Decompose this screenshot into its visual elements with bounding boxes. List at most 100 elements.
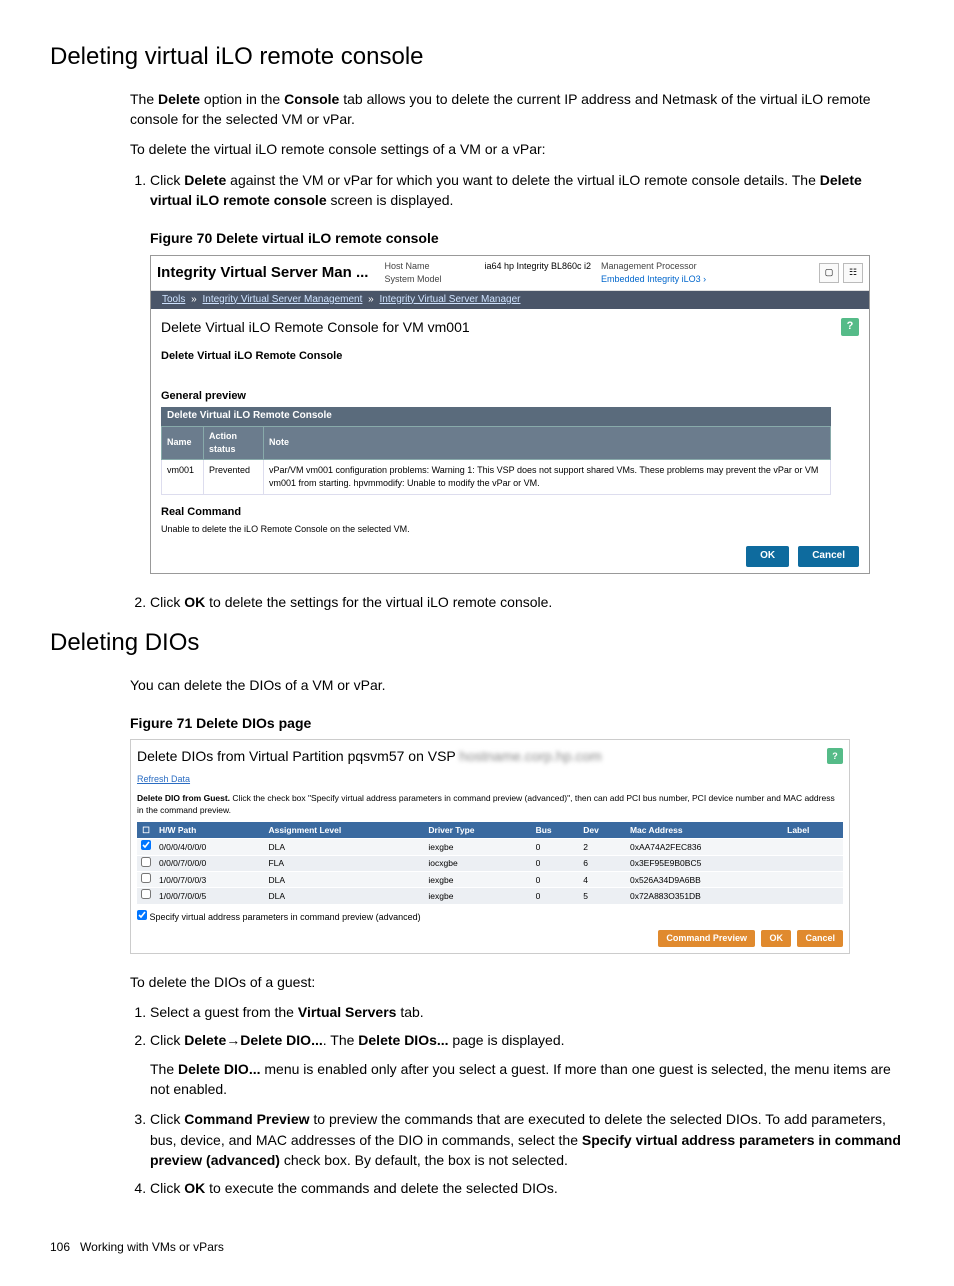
ok-button[interactable]: OK xyxy=(761,930,791,947)
step-1: Click Delete against the VM or vPar for … xyxy=(150,170,904,574)
dialog-title: Delete DIOs from Virtual Partition pqsvm… xyxy=(137,746,602,766)
text-bold: Delete xyxy=(184,1032,226,1048)
cell-driver-type: iexgbe xyxy=(424,872,531,888)
th-checkbox[interactable]: ☐ xyxy=(137,822,155,839)
text: screen is displayed. xyxy=(327,192,454,208)
advanced-checkbox-row: Specify virtual address parameters in co… xyxy=(137,910,843,924)
table-row: 0/0/0/7/0/0/0FLAiocxgbe060x3EF95E9B0BC5 xyxy=(137,855,843,871)
table-caption: Delete Virtual iLO Remote Console xyxy=(161,407,831,426)
real-command-text: Unable to delete the iLO Remote Console … xyxy=(151,523,869,542)
paragraph: You can delete the DIOs of a VM or vPar. xyxy=(130,675,904,695)
advanced-checkbox[interactable] xyxy=(137,910,147,920)
th-driver-type: Driver Type xyxy=(424,822,531,839)
text-bold: Delete DIOs... xyxy=(358,1032,448,1048)
footer-text: Working with VMs or vPars xyxy=(80,1240,224,1254)
text: to delete the settings for the virtual i… xyxy=(205,594,552,610)
text-bold: OK xyxy=(184,1180,205,1196)
cell-mac: 0x72A883O351DB xyxy=(626,888,783,904)
text-bold: Console xyxy=(284,91,339,107)
th-bus: Bus xyxy=(532,822,580,839)
cell-hwpath: 0/0/0/7/0/0/0 xyxy=(155,855,264,871)
cancel-button[interactable]: Cancel xyxy=(798,546,859,567)
crumb-ivsm[interactable]: Integrity Virtual Server Management xyxy=(202,294,362,305)
text-bold: Virtual Servers xyxy=(298,1004,397,1020)
grid-icon[interactable]: ☷ xyxy=(843,263,863,283)
text-bold: Delete DIO... xyxy=(240,1032,322,1048)
text: . The xyxy=(323,1032,359,1048)
row-checkbox[interactable] xyxy=(141,889,151,899)
table-row: 1/0/0/7/0/0/5DLAiexgbe050x72A883O351DB xyxy=(137,888,843,904)
paragraph: To delete the virtual iLO remote console… xyxy=(130,139,904,159)
row-checkbox[interactable] xyxy=(141,857,151,867)
cell-mac: 0xAA74A2FEC836 xyxy=(626,839,783,855)
model-value: ia64 hp Integrity BL860c i2 xyxy=(484,260,591,273)
text: Click xyxy=(150,172,184,188)
cancel-button[interactable]: Cancel xyxy=(797,930,843,947)
row-checkbox[interactable] xyxy=(141,840,151,850)
figure-71: Delete DIOs from Virtual Partition pqsvm… xyxy=(130,739,850,954)
window-icon[interactable]: ▢ xyxy=(819,263,839,283)
cell-hwpath: 1/0/0/7/0/0/5 xyxy=(155,888,264,904)
text-bold: Delete xyxy=(158,91,200,107)
th-name: Name xyxy=(162,426,204,459)
mp-label: Management Processor xyxy=(601,260,706,273)
cell-mac: 0x526A34D9A6BB xyxy=(626,872,783,888)
hostname-label: Host Name xyxy=(384,260,474,273)
command-preview-button[interactable]: Command Preview xyxy=(658,930,755,947)
mp-link[interactable]: Embedded Integrity iLO3 › xyxy=(601,274,706,284)
text: Click the check box "Specify virtual add… xyxy=(137,793,835,815)
text: → xyxy=(226,1032,240,1048)
text: The xyxy=(150,1061,178,1077)
cell-assignment-level: DLA xyxy=(264,888,424,904)
crumb-tools[interactable]: Tools xyxy=(162,294,185,305)
text: Click xyxy=(150,1032,184,1048)
cell-label xyxy=(783,855,843,871)
help-icon[interactable]: ? xyxy=(827,748,843,764)
ok-button[interactable]: OK xyxy=(746,546,789,567)
th-label: Label xyxy=(783,822,843,839)
step-b3: Click Command Preview to preview the com… xyxy=(150,1109,904,1170)
cell-action: Prevented xyxy=(204,459,264,494)
text-bold: Delete DIO from Guest. xyxy=(137,793,230,803)
step-2: Click OK to delete the settings for the … xyxy=(150,592,904,612)
cell-bus: 0 xyxy=(532,888,580,904)
th-note: Note xyxy=(264,426,831,459)
text: The xyxy=(130,91,158,107)
blurred-hostname: hostname.corp.hp.com xyxy=(459,748,601,764)
help-icon[interactable]: ? xyxy=(841,318,859,336)
text-bold: Delete xyxy=(184,172,226,188)
instruction-text: Delete DIO from Guest. Click the check b… xyxy=(137,792,843,817)
cell-dev: 5 xyxy=(579,888,626,904)
th-mac: Mac Address xyxy=(626,822,783,839)
page-footer: 106 Working with VMs or vPars xyxy=(50,1239,904,1256)
page-number: 106 xyxy=(50,1240,70,1254)
subheading-general-preview: General preview xyxy=(151,369,869,407)
cell-label xyxy=(783,839,843,855)
crumb-ivsmgr[interactable]: Integrity Virtual Server Manager xyxy=(380,294,521,305)
dio-table: ☐ H/W Path Assignment Level Driver Type … xyxy=(137,822,843,904)
text: check box. By default, the box is not se… xyxy=(280,1152,568,1168)
cell-mac: 0x3EF95E9B0BC5 xyxy=(626,855,783,871)
advanced-label: Specify virtual address parameters in co… xyxy=(150,912,421,922)
preview-table: Delete Virtual iLO Remote Console Name A… xyxy=(161,407,831,495)
cell-driver-type: iexgbe xyxy=(424,888,531,904)
cell-assignment-level: DLA xyxy=(264,839,424,855)
heading-deleting-vilo: Deleting virtual iLO remote console xyxy=(50,40,904,75)
cell-bus: 0 xyxy=(532,839,580,855)
text: Delete DIOs from Virtual Partition pqsvm… xyxy=(137,748,459,764)
step-b4: Click OK to execute the commands and del… xyxy=(150,1178,904,1198)
real-command-heading: Real Command xyxy=(151,495,869,523)
refresh-data-link[interactable]: Refresh Data xyxy=(137,773,190,786)
text: Click xyxy=(150,1180,184,1196)
th-dev: Dev xyxy=(579,822,626,839)
cell-assignment-level: DLA xyxy=(264,872,424,888)
section-title: Delete Virtual iLO Remote Console for VM… xyxy=(161,317,470,337)
cell-bus: 0 xyxy=(532,855,580,871)
text: Select a guest from the xyxy=(150,1004,298,1020)
figure-caption: Figure 71 Delete DIOs page xyxy=(130,713,904,733)
text: to execute the commands and delete the s… xyxy=(205,1180,558,1196)
cell-driver-type: iocxgbe xyxy=(424,855,531,871)
text: against the VM or vPar for which you wan… xyxy=(226,172,820,188)
row-checkbox[interactable] xyxy=(141,873,151,883)
text-bold: OK xyxy=(184,594,205,610)
